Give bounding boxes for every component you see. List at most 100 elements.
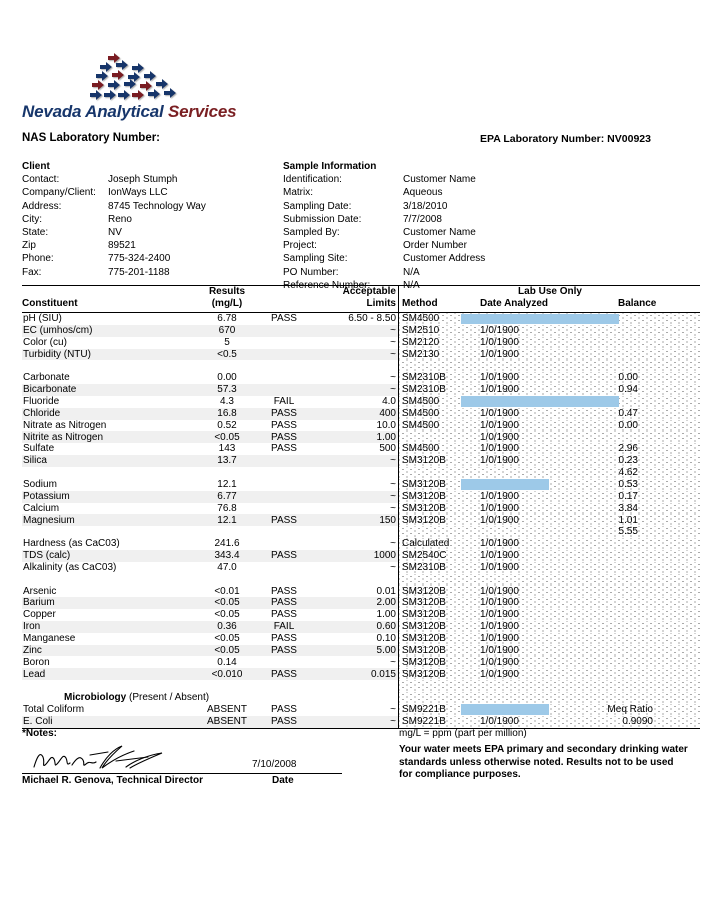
constituent-name: Magnesium bbox=[23, 514, 75, 526]
client-info-value: NV bbox=[108, 227, 122, 239]
column-header-results: Results bbox=[208, 286, 246, 297]
pass-fail-status: PASS bbox=[271, 313, 297, 325]
method-code: SM3120B bbox=[402, 502, 446, 514]
row-lab-zone bbox=[399, 573, 700, 586]
acceptable-limit: ~ bbox=[390, 372, 396, 384]
table-row: Nitrite as Nitrogen <0.05 PASS 1.00 1/0/1900 bbox=[22, 431, 700, 444]
constituent-name: E. Coli bbox=[23, 715, 53, 727]
company-logo: Nevada Analytical Services bbox=[22, 52, 362, 124]
sample-info-row: Identification: Customer Name bbox=[283, 173, 623, 186]
table-row: Arsenic <0.01 PASS 0.01 SM3120B 1/0/1900 bbox=[22, 585, 700, 598]
pass-fail-status: PASS bbox=[271, 419, 297, 431]
row-left-zone: Manganese <0.05 PASS 0.10 bbox=[22, 633, 398, 645]
row-lab-zone: SM9221B 1/0/1900 0.9090 bbox=[399, 715, 700, 728]
result-value: 0.14 bbox=[217, 656, 237, 668]
row-left-zone: Hardness (as CaC03) 241.6 ~ bbox=[22, 538, 398, 550]
sample-info-row: Sampling Date: 3/18/2010 bbox=[283, 200, 623, 213]
table-row: Sulfate 143 PASS 500 SM4500 1/0/1900 2.96 bbox=[22, 443, 700, 456]
notes-label: *Notes: bbox=[22, 728, 58, 739]
row-lab-zone: 4.62 bbox=[399, 466, 700, 479]
column-header-acceptable: Acceptable bbox=[342, 286, 396, 297]
client-info-row: Phone: 775-324-2400 bbox=[22, 252, 278, 265]
acceptable-limit: 0.015 bbox=[370, 668, 396, 680]
date-analyzed: 1/0/1900 bbox=[480, 621, 519, 633]
constituent-name: Sodium bbox=[23, 479, 57, 490]
table-row: pH (SIU) 6.78 PASS 6.50 - 8.50 SM4500 bbox=[22, 313, 700, 325]
date-analyzed: 1/0/1900 bbox=[480, 372, 519, 384]
client-info-label: City: bbox=[22, 213, 42, 225]
header-vertical-divider bbox=[398, 286, 399, 312]
acceptable-limit: ~ bbox=[390, 715, 396, 727]
balance-value: 0.17 bbox=[618, 490, 638, 502]
row-lab-zone: SM3120B 1/0/1900 0.17 bbox=[399, 490, 700, 503]
acceptable-limit: 1000 bbox=[373, 550, 396, 562]
sample-info-value: N/A bbox=[403, 266, 420, 278]
row-lab-zone: SM3120B 1/0/1900 bbox=[399, 620, 700, 633]
method-code: SM3120B bbox=[402, 585, 446, 597]
sample-heading: Sample Information bbox=[283, 161, 377, 172]
method-code: Calculated bbox=[402, 538, 450, 550]
results-table: Constituent Results (mg/L) Acceptable Li… bbox=[22, 285, 700, 729]
method-code: SM9221B bbox=[402, 715, 446, 727]
pass-fail-status: FAIL bbox=[273, 621, 295, 633]
constituent-name: Sulfate bbox=[23, 443, 55, 455]
sample-info-row: PO Number: N/A bbox=[283, 266, 623, 279]
date-label: Date bbox=[272, 775, 294, 786]
table-row: Bicarbonate 57.3 ~ SM2310B 1/0/1900 0.94 bbox=[22, 384, 700, 396]
row-lab-zone: SM2510 1/0/1900 bbox=[399, 324, 700, 337]
result-value: 6.77 bbox=[217, 490, 237, 502]
method-code: SM2120 bbox=[402, 336, 440, 348]
balance-value: 1.01 bbox=[618, 514, 638, 526]
date-analyzed: 1/0/1900 bbox=[480, 656, 519, 668]
date-analyzed: 1/0/1900 bbox=[480, 384, 519, 396]
acceptable-limit: 6.50 - 8.50 bbox=[348, 313, 396, 325]
table-spacer-row: 5.55 bbox=[22, 526, 700, 539]
constituent-name: Nitrite as Nitrogen bbox=[23, 431, 104, 443]
column-header-limits: Limits bbox=[366, 298, 396, 309]
row-left-zone: Nitrate as Nitrogen 0.52 PASS 10.0 bbox=[22, 420, 398, 432]
lab-report-page: Nevada Analytical Services NAS Laborator… bbox=[0, 0, 722, 904]
table-row: Magnesium 12.1 PASS 150 SM3120B 1/0/1900 1.01 bbox=[22, 514, 700, 527]
method-code: SM3120B bbox=[402, 632, 446, 644]
client-info-value: 775-201-1188 bbox=[108, 266, 170, 278]
row-left-zone bbox=[22, 526, 398, 538]
pass-fail-status: FAIL bbox=[273, 396, 295, 408]
date-analyzed: 1/0/1900 bbox=[480, 348, 519, 360]
result-value: 12.1 bbox=[217, 479, 237, 490]
table-spacer-row bbox=[22, 360, 700, 373]
row-left-zone: EC (umhos/cm) 670 ~ bbox=[22, 324, 398, 337]
row-lab-zone: SM3120B 1/0/1900 bbox=[399, 668, 700, 681]
row-lab-zone bbox=[399, 692, 700, 704]
balance-value: 5.55 bbox=[618, 526, 638, 538]
sample-info-row: Sampled By: Customer Name bbox=[283, 226, 623, 239]
client-info-row: Company/Client: IonWays LLC bbox=[22, 186, 278, 199]
row-lab-zone: SM3120B 1/0/1900 bbox=[399, 632, 700, 645]
client-info-row: Address: 8745 Technology Way bbox=[22, 200, 278, 213]
date-analyzed: 1/0/1900 bbox=[480, 538, 519, 550]
method-code: SM2310B bbox=[402, 561, 446, 573]
method-code: SM4500 bbox=[402, 407, 440, 419]
client-info-label: Company/Client: bbox=[22, 187, 96, 199]
row-lab-zone: SM3120B 1/0/1900 bbox=[399, 597, 700, 610]
pass-fail-status: PASS bbox=[271, 443, 297, 455]
client-info-label: Address: bbox=[22, 200, 62, 212]
constituent-name: Potassium bbox=[23, 490, 70, 502]
date-analyzed: 1/0/1900 bbox=[480, 502, 519, 514]
table-row: Color (cu) 5 ~ SM2120 1/0/1900 bbox=[22, 336, 700, 349]
acceptable-limit: 0.60 bbox=[376, 621, 396, 633]
table-row: Hardness (as CaC03) 241.6 ~ Calculated 1/0/1… bbox=[22, 538, 700, 550]
table-bottom-rule bbox=[22, 727, 700, 729]
constituent-name: Copper bbox=[23, 609, 56, 621]
logo-wordmark-secondary: Services bbox=[163, 102, 237, 121]
method-code: SM9221B bbox=[402, 704, 446, 716]
table-section-header-row: Microbiology (Present / Absent) bbox=[22, 692, 700, 704]
sample-info-value: Customer Name bbox=[403, 174, 476, 186]
constituent-name: Carbonate bbox=[23, 372, 70, 384]
pass-fail-status: PASS bbox=[271, 407, 297, 419]
client-info-row: State: NV bbox=[22, 226, 278, 239]
pass-fail-status: PASS bbox=[271, 644, 297, 656]
balance-value: 3.84 bbox=[618, 502, 638, 514]
pass-fail-status: PASS bbox=[271, 514, 297, 526]
row-left-zone: Potassium 6.77 ~ bbox=[22, 490, 398, 503]
pass-fail-status: PASS bbox=[271, 431, 297, 443]
